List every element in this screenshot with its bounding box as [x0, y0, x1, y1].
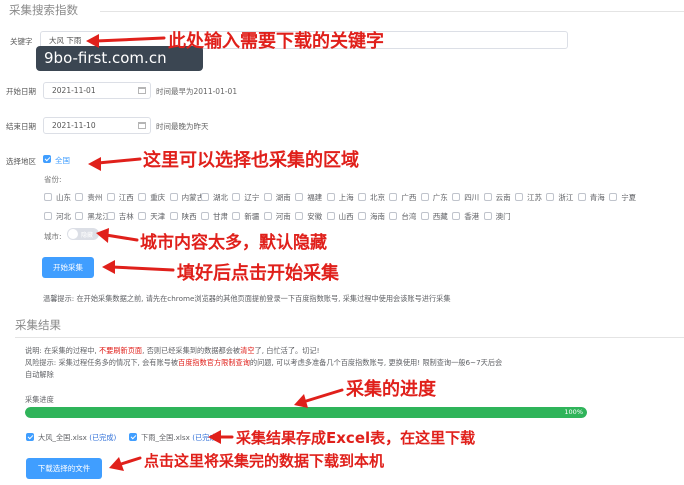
- annotation-arrows: [86, 34, 344, 471]
- arrow-icon: [94, 36, 166, 43]
- arrow-icon: [86, 34, 99, 48]
- arrow-icon: [208, 430, 221, 444]
- arrow-icon: [104, 233, 139, 242]
- arrow-icon: [294, 394, 308, 408]
- arrow-icon: [96, 228, 109, 243]
- arrow-icon: [96, 157, 142, 165]
- arrow-icon: [102, 260, 115, 274]
- arrow-icon: [110, 265, 175, 272]
- arrow-icon: [301, 388, 344, 404]
- arrow-icon: [88, 157, 101, 171]
